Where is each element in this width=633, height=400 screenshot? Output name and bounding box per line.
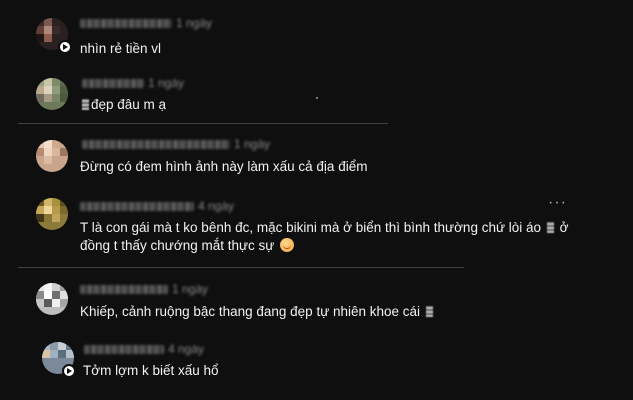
comment-meta: 4 ngày bbox=[80, 199, 234, 213]
author-name[interactable] bbox=[80, 201, 194, 211]
comment-meta: 1 ngày bbox=[82, 76, 184, 90]
smiling-emoji-icon bbox=[280, 238, 295, 252]
comment-text-line2: đồng t thấy chướng mắt thực sự bbox=[80, 236, 295, 255]
author-name[interactable] bbox=[80, 284, 168, 294]
comment-text: Khiếp, cảnh ruộng bậc thang đang đẹp tự … bbox=[80, 302, 435, 321]
reply-badge-icon bbox=[58, 40, 72, 54]
comment-text: đẹp đâu m ạ bbox=[80, 95, 166, 114]
comment-time: 1 ngày bbox=[172, 282, 209, 296]
avatar[interactable] bbox=[36, 283, 68, 315]
comment-time: 1 ngày bbox=[148, 76, 185, 90]
comment-meta: 4 ngày bbox=[84, 342, 204, 356]
more-options-icon[interactable]: ··· bbox=[548, 194, 567, 212]
author-name[interactable] bbox=[82, 139, 230, 149]
comment-text: Tởm lợm k biết xấu hổ bbox=[83, 363, 219, 378]
comment-time: 4 ngày bbox=[168, 342, 205, 356]
thread-separator bbox=[18, 267, 464, 268]
comment-meta: 1 ngày bbox=[80, 282, 208, 296]
avatar[interactable] bbox=[36, 140, 68, 172]
thread-separator bbox=[18, 123, 388, 124]
author-name[interactable] bbox=[80, 18, 172, 28]
comment-text: Đừng có đem hình ảnh này làm xấu cả địa … bbox=[80, 159, 368, 174]
blurred-word bbox=[546, 222, 554, 233]
comment-meta: 1 ngày bbox=[82, 137, 270, 151]
avatar[interactable] bbox=[36, 198, 68, 230]
avatar[interactable] bbox=[36, 78, 68, 110]
reply-badge-icon bbox=[62, 364, 76, 378]
comment-time: 1 ngày bbox=[234, 137, 271, 151]
blurred-emoji bbox=[82, 99, 89, 110]
author-name[interactable] bbox=[82, 78, 144, 88]
comment-text: nhìn rẻ tiền vl bbox=[80, 41, 162, 56]
comment-meta: 1 ngày bbox=[80, 16, 212, 30]
comment-time: 4 ngày bbox=[198, 199, 235, 213]
comment-time: 1 ngày bbox=[176, 16, 213, 30]
author-name[interactable] bbox=[84, 344, 164, 354]
comment-text: T là con gái mà t ko bênh đc, mặc bikini… bbox=[80, 220, 569, 235]
blurred-emoji bbox=[425, 306, 433, 317]
decoration-dot bbox=[316, 97, 318, 99]
